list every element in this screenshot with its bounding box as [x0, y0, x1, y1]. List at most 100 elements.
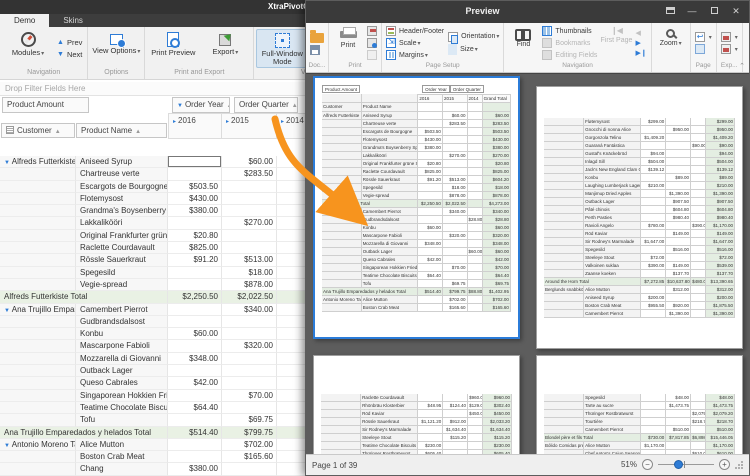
customer-cell[interactable] [0, 463, 76, 476]
value-cell[interactable]: $20.80 [168, 229, 222, 243]
resize-grip[interactable] [735, 460, 743, 469]
value-cell[interactable] [168, 156, 222, 169]
value-cell[interactable]: $503.50 [168, 180, 222, 193]
value-cell[interactable] [168, 438, 222, 452]
maximize-button[interactable] [703, 1, 725, 23]
preview-titlebar[interactable]: Preview — ✕ [306, 1, 749, 23]
total-label-cell[interactable]: Ana Trujillo Emparedados y helados Total [0, 426, 168, 439]
export-button[interactable]: Export [199, 29, 251, 68]
value-cell[interactable] [222, 242, 277, 255]
next-button[interactable]: ▼ Next [57, 50, 82, 59]
total-label-cell[interactable]: Alfreds Futterkiste Total [0, 291, 168, 304]
customer-cell[interactable] [0, 377, 76, 390]
product-cell[interactable]: Konbu [76, 328, 168, 341]
value-cell[interactable]: $283.50 [222, 168, 277, 181]
data-field-product-amount[interactable]: Product Amount [2, 97, 89, 113]
customer-cell[interactable] [0, 451, 76, 464]
customer-cell[interactable] [0, 242, 76, 255]
value-cell[interactable] [222, 365, 277, 378]
view-options-button[interactable]: View Options [90, 29, 142, 68]
customer-cell[interactable] [0, 328, 76, 341]
value-cell[interactable]: $513.00 [222, 254, 277, 267]
value-cell[interactable] [222, 180, 277, 193]
size-button[interactable]: Size [448, 43, 499, 55]
value-cell[interactable] [168, 217, 222, 230]
save-document-button[interactable] [310, 45, 324, 55]
customer-cell[interactable]: ▼ Alfreds Futterkiste [0, 156, 76, 169]
value-cell[interactable] [168, 389, 222, 402]
product-cell[interactable]: Grandma's Boysenberry Spread [76, 205, 168, 218]
product-cell[interactable]: Queso Cabrales [76, 377, 168, 390]
product-cell[interactable]: Boston Crab Meat [76, 451, 168, 464]
value-cell[interactable]: $18.00 [222, 266, 277, 279]
preview-canvas[interactable]: Product Amount Order Year Order Quarter 201… [306, 73, 749, 456]
open-document-button[interactable] [310, 30, 324, 43]
value-cell[interactable]: $91.20 [168, 254, 222, 267]
full-window-mode-button[interactable]: Full-Window Mode [256, 29, 309, 68]
customer-cell[interactable] [0, 352, 76, 366]
product-cell[interactable]: Camembert Pierrot [76, 303, 168, 316]
zoom-out-button[interactable]: − [642, 459, 653, 470]
zoom-slider[interactable] [658, 459, 714, 470]
page-color-button[interactable] [694, 32, 712, 42]
close-window-button[interactable]: ✕ [725, 1, 747, 23]
customer-cell[interactable] [0, 389, 76, 402]
customer-cell[interactable] [0, 205, 76, 218]
value-cell[interactable] [222, 229, 277, 243]
value-cell[interactable] [168, 340, 222, 353]
product-cell[interactable]: Raclette Courdavault [76, 242, 168, 255]
filter-dropdown-icon[interactable]: ▼ [177, 103, 183, 109]
value-cell[interactable] [222, 192, 277, 206]
customer-cell[interactable]: ▼ Antonio Moreno Taquería [0, 438, 76, 452]
print-options-button[interactable] [367, 38, 377, 48]
close-preview-button[interactable]: ✕ Close [745, 24, 750, 62]
watermark-button[interactable] [694, 44, 712, 54]
value-cell[interactable] [168, 278, 222, 292]
value-cell[interactable]: $380.00 [168, 205, 222, 218]
customer-cell[interactable] [0, 315, 76, 329]
next-page-button[interactable]: ▶ [635, 39, 646, 47]
prev-button[interactable]: ▲ Prev [57, 38, 82, 47]
value-cell[interactable] [168, 315, 222, 329]
customer-cell[interactable] [0, 254, 76, 267]
customer-cell[interactable] [0, 192, 76, 206]
value-cell[interactable]: $380.00 [168, 463, 222, 476]
quick-print-button[interactable] [367, 26, 377, 36]
customer-cell[interactable] [0, 266, 76, 279]
value-cell[interactable]: $348.00 [168, 352, 222, 366]
zoom-button[interactable]: Zoom [654, 24, 688, 62]
customer-cell[interactable] [0, 168, 76, 181]
product-cell[interactable]: Mascarpone Fabioli [76, 340, 168, 353]
product-cell[interactable]: Aniseed Syrup [76, 156, 168, 169]
zoom-slider-handle[interactable] [674, 460, 683, 469]
customer-cell[interactable]: ▼ Ana Trujillo Emparedad... [0, 303, 76, 316]
customer-cell[interactable] [0, 229, 76, 243]
col-field-order-year[interactable]: ▼Order Year▲ [172, 97, 230, 113]
value-cell[interactable]: $60.00 [222, 156, 277, 169]
last-page-button[interactable]: ▶❙ [635, 49, 646, 57]
value-cell[interactable]: $42.00 [168, 377, 222, 390]
report-page-3[interactable]: Raclette Courdavault$960.00$960.00Rhönbr… [313, 355, 520, 456]
product-cell[interactable]: Singaporean Hokkien Fried Mee [76, 389, 168, 402]
report-page-2[interactable]: Fløtemysost $299.00 $299.00 Gnocchi di nonn… [536, 86, 743, 349]
product-cell[interactable]: Tofu [76, 414, 168, 427]
value-cell[interactable]: $825.00 [168, 242, 222, 255]
value-cell[interactable] [222, 328, 277, 341]
value-cell[interactable] [222, 352, 277, 366]
value-cell[interactable]: $69.75 [222, 414, 277, 427]
orientation-button[interactable]: Orientation [448, 31, 499, 44]
product-cell[interactable]: Lakkalikööri [76, 217, 168, 230]
report-page-1[interactable]: Product Amount Order Year Order Quarter 201… [313, 76, 520, 339]
customer-cell[interactable] [0, 217, 76, 230]
value-cell[interactable]: $878.00 [222, 278, 277, 292]
editing-fields-button[interactable]: Editing Fields [542, 50, 597, 60]
row-field-customer[interactable]: Customer ▲ [1, 123, 75, 138]
total-value-cell[interactable]: $2,022.50 [222, 291, 277, 304]
value-cell[interactable]: $270.00 [222, 217, 277, 230]
column-header-2016[interactable]: ▸ 2016 [168, 113, 222, 139]
customer-cell[interactable] [0, 365, 76, 378]
value-cell[interactable] [222, 401, 277, 415]
total-value-cell[interactable]: $514.40 [168, 426, 222, 439]
customer-cell[interactable] [0, 414, 76, 427]
customer-cell[interactable] [0, 340, 76, 353]
